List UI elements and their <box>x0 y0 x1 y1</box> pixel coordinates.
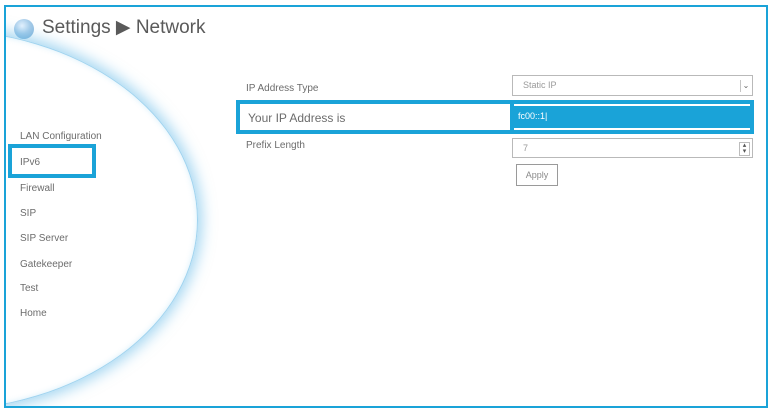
selected-nav-highlight <box>8 144 96 178</box>
ip-address-value: fc00::1| <box>518 111 548 121</box>
globe-icon <box>14 19 34 39</box>
ip-address-row-highlight: Your IP Address is fc00::1| <box>236 100 754 134</box>
ip-address-type-label: IP Address Type <box>246 83 319 94</box>
ip-address-type-select[interactable]: Static IP ⌄ <box>512 75 753 96</box>
sidebar-item-gatekeeper[interactable]: Gatekeeper <box>20 259 72 270</box>
prefix-length-label: Prefix Length <box>246 140 305 151</box>
prefix-length-stepper[interactable]: 7 ▴ ▾ <box>512 138 753 158</box>
sidebar-item-test[interactable]: Test <box>20 283 38 294</box>
prefix-length-value: 7 <box>523 143 529 153</box>
sidebar-item-lan-configuration[interactable]: LAN Configuration <box>20 131 102 142</box>
ip-address-type-value: Static IP <box>523 80 557 90</box>
settings-window: Settings ▶ Network LAN Configuration IPv… <box>4 5 768 408</box>
apply-button[interactable]: Apply <box>516 164 558 186</box>
sidebar-item-sip-server[interactable]: SIP Server <box>20 233 68 244</box>
your-ip-label: Your IP Address is <box>248 111 346 125</box>
spinner-arrows-icon[interactable]: ▴ ▾ <box>739 142 750 156</box>
sidebar-item-firewall[interactable]: Firewall <box>20 183 54 194</box>
sidebar-item-home[interactable]: Home <box>20 308 47 319</box>
chevron-down-icon[interactable]: ⌄ <box>740 80 751 92</box>
page-title: Settings ▶ Network <box>42 17 206 38</box>
title-bar: Settings ▶ Network <box>6 7 766 47</box>
ip-address-field[interactable]: fc00::1| <box>514 106 750 128</box>
sidebar-item-sip[interactable]: SIP <box>20 208 36 219</box>
